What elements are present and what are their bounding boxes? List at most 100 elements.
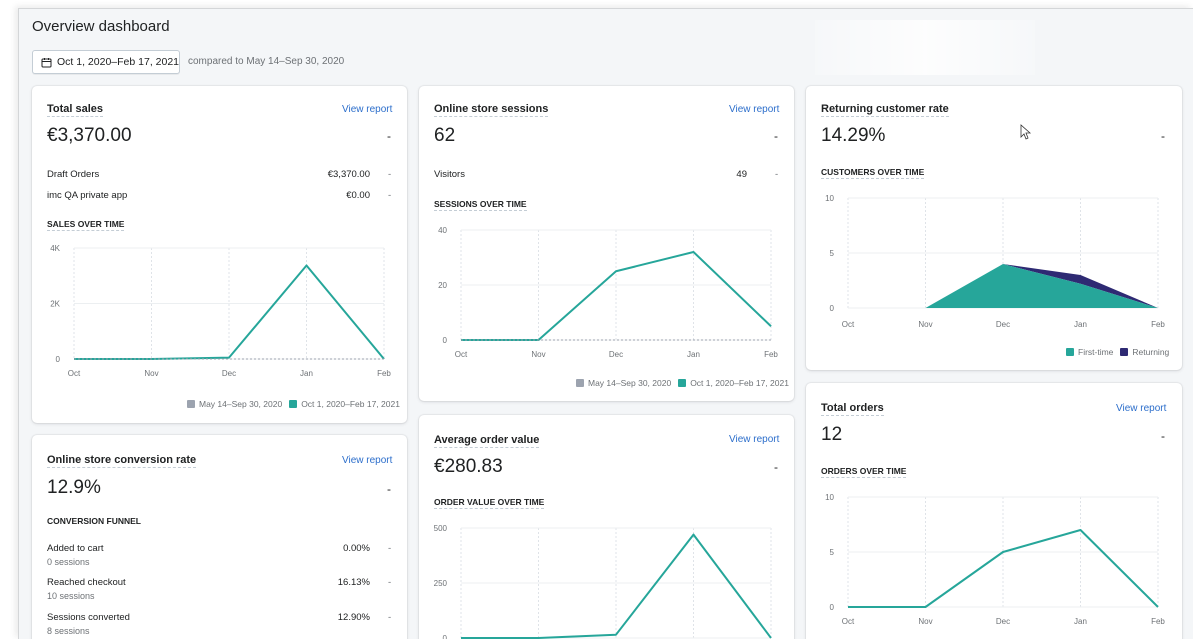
orders-chart: Oct Nov Dec Jan Feb 0 5 10 [825,493,1165,626]
y-tick-label: 5 [830,548,835,557]
sessions-value: 62 [434,125,456,146]
y-tick-label: 0 [443,634,448,639]
y-tick-label: 0 [830,304,835,313]
mouse-pointer-icon [1020,124,1032,140]
y-tick-label: 4K [50,244,60,253]
conversion-section-label: CONVERSION FUNNEL [47,516,141,526]
sessions-view-report[interactable]: View report [729,104,779,115]
sessions-section-label: SESSIONS OVER TIME [434,199,527,211]
aov-view-report[interactable]: View report [729,434,779,445]
returning-title[interactable]: Returning customer rate [821,103,949,117]
y-tick-label: 40 [438,226,447,235]
orders-value: 12 [821,424,843,445]
sales-section-label: SALES OVER TIME [47,219,125,231]
page-title: Overview dashboard [32,18,170,35]
legend-current-label: Oct 1, 2020–Feb 17, 2021 [301,399,400,409]
sessions-change: - [774,129,778,143]
sessions-chart: Oct Nov Dec Jan Feb 0 20 40 [438,226,778,359]
x-tick-label: Nov [918,617,932,626]
compare-text: compared to May 14–Sep 30, 2020 [188,56,345,67]
sessions-title[interactable]: Online store sessions [434,103,549,117]
total-sales-value: €3,370.00 [47,125,132,146]
x-tick-label: Dec [609,350,623,359]
aov-title[interactable]: Average order value [434,434,540,448]
y-tick-label: 5 [830,249,835,258]
returning-value: 14.29% [821,125,886,146]
sales-row-value: €0.00 [346,190,370,201]
conversion-view-report[interactable]: View report [342,455,392,466]
aov-value: €280.83 [434,456,503,477]
y-tick-label: 0 [56,355,61,364]
x-tick-label: Dec [222,369,236,378]
sales-chart: Oct Nov Dec Jan Feb 0 2K 4K [50,244,391,378]
y-tick-label: 250 [434,579,448,588]
sessions-legend: May 14–Sep 30, 2020 Oct 1, 2020–Feb 17, … [576,378,789,388]
total-sales-change: - [387,129,391,143]
orders-view-report[interactable]: View report [1116,403,1166,414]
sessions-row-label: Visitors [434,169,465,180]
y-tick-label: 0 [830,603,835,612]
customers-chart: Oct Nov Dec Jan Feb 0 5 10 [825,194,1165,329]
y-tick-label: 500 [434,524,448,533]
legend-first-time-swatch [1066,348,1074,356]
sales-row-label: Draft Orders [47,169,100,180]
total-sales-view-report[interactable]: View report [342,104,392,115]
y-tick-label: 20 [438,281,447,290]
sales-row-value: €3,370.00 [327,169,370,180]
legend-current-label: Oct 1, 2020–Feb 17, 2021 [690,378,789,388]
aov-section-label: ORDER VALUE OVER TIME [434,497,545,509]
y-tick-label: 10 [825,493,834,502]
legend-previous-label: May 14–Sep 30, 2020 [588,378,672,388]
y-tick-label: 0 [443,336,448,345]
x-tick-label: Jan [687,350,700,359]
orders-change: - [1161,429,1165,443]
x-tick-label: Nov [531,350,545,359]
x-tick-label: Oct [455,350,468,359]
aov-chart: OctNovDecJanFeb0250500 [434,524,772,639]
total-sales-title[interactable]: Total sales [47,103,104,117]
x-tick-label: Feb [1151,617,1165,626]
x-tick-label: Dec [996,320,1010,329]
conversion-title[interactable]: Online store conversion rate [47,454,197,468]
conversion-change: - [387,482,391,496]
date-range-button[interactable]: Oct 1, 2020–Feb 17, 2021 [32,50,180,74]
legend-current-swatch [678,379,687,387]
sessions-row-value: 49 [736,169,747,180]
funnel-row-label: Sessions converted [47,612,130,623]
first-time-area [848,264,1158,308]
returning-section-label: CUSTOMERS OVER TIME [821,167,925,179]
y-tick-label: 10 [825,194,834,203]
x-tick-label: Feb [1151,320,1165,329]
legend-previous-swatch [576,379,584,387]
x-tick-label: Feb [764,350,778,359]
funnel-row-label: Added to cart [47,543,104,554]
funnel-row-change: - [388,577,392,588]
legend-first-time-label: First-time [1078,347,1114,357]
aov-change: - [774,460,778,474]
sales-legend: May 14–Sep 30, 2020 Oct 1, 2020–Feb 17, … [187,399,400,409]
y-tick-label: 2K [50,300,60,309]
x-tick-label: Oct [842,320,855,329]
returning-change: - [1161,129,1165,143]
legend-returning-swatch [1120,348,1129,356]
sales-row-change: - [388,190,392,201]
funnel-row-sessions: 0 sessions [47,557,90,567]
funnel-row-sessions: 10 sessions [47,591,95,601]
sales-row-label: imc QA private app [47,190,128,201]
sessions-row-change: - [775,169,779,180]
current-period-line [461,533,772,639]
x-tick-label: Nov [918,320,932,329]
funnel-row-value: 16.13% [337,577,370,588]
x-tick-label: Nov [144,369,158,378]
funnel-row-sessions: 8 sessions [47,626,90,636]
customers-legend: First-time Returning [1066,347,1169,357]
funnel-row-change: - [388,543,392,554]
x-tick-label: Oct [68,369,81,378]
orders-title[interactable]: Total orders [821,402,884,416]
x-tick-label: Jan [1074,617,1087,626]
x-tick-label: Jan [300,369,313,378]
legend-current-swatch [289,400,298,408]
x-tick-label: Dec [996,617,1010,626]
legend-previous-swatch [187,400,195,408]
background-glare [815,20,1035,75]
